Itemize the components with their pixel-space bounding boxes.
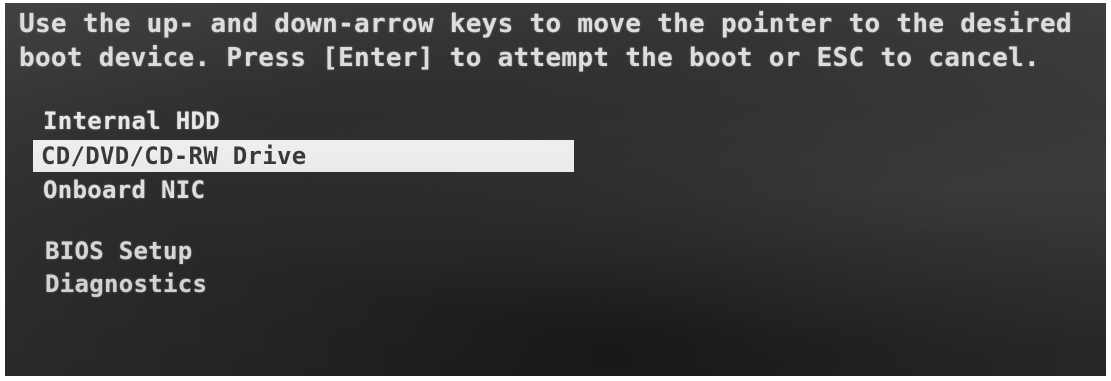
instruction-line-2: boot device. Press [Enter] to attempt th… <box>19 43 1041 73</box>
boot-option-internal-hdd[interactable]: Internal HDD <box>43 106 220 136</box>
boot-option-onboard-nic[interactable]: Onboard NIC <box>43 175 205 205</box>
boot-option-cd-dvd-drive-selected[interactable]: CD/DVD/CD-RW Drive <box>33 140 574 172</box>
instruction-line-1: Use the up- and down-arrow keys to move … <box>19 9 1072 39</box>
boot-menu-screen: Use the up- and down-arrow keys to move … <box>5 3 1106 376</box>
menu-option-diagnostics[interactable]: Diagnostics <box>45 269 207 299</box>
menu-option-bios-setup[interactable]: BIOS Setup <box>45 236 193 266</box>
